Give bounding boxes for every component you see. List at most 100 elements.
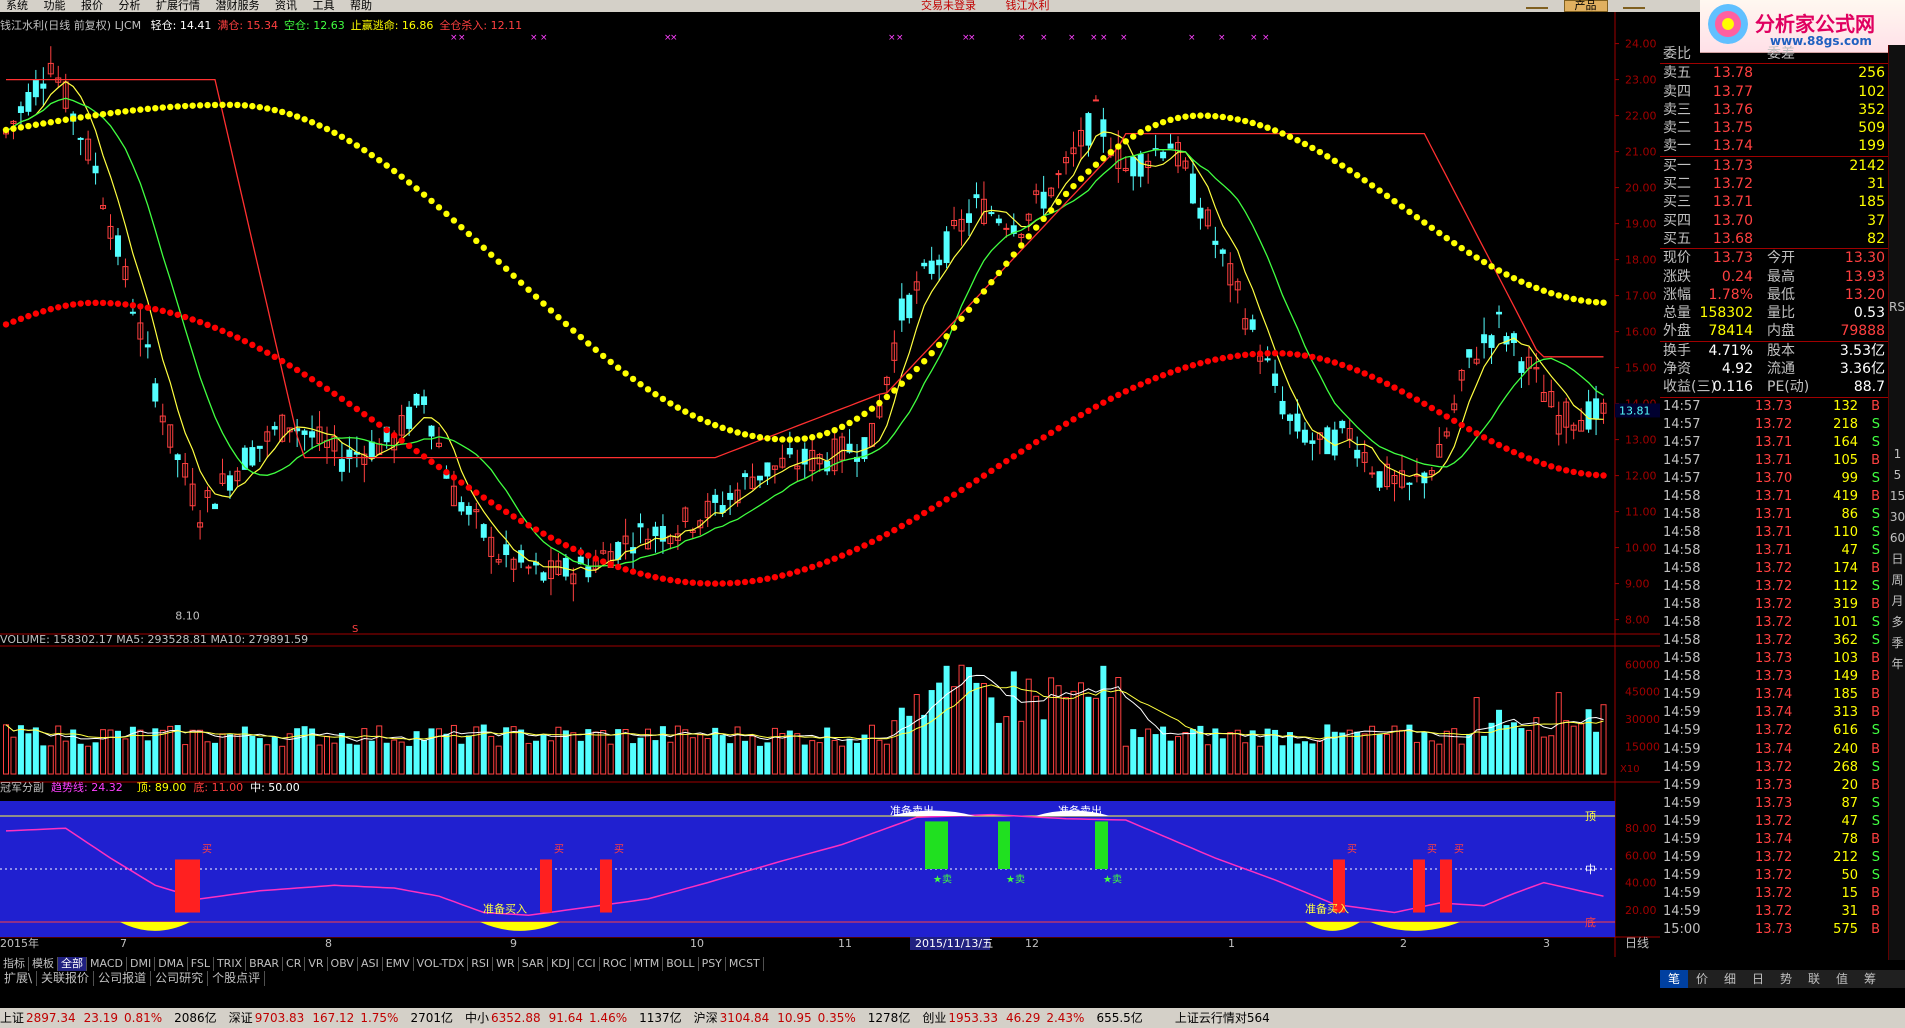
indicator-tab[interactable]: FSL [188, 957, 214, 971]
index-1[interactable]: 深证 9703.83 167.12 1.75% 2701亿 [229, 1011, 453, 1025]
side-tab-20[interactable]: 5 [1889, 465, 1905, 486]
indicator-tab[interactable]: TRIX [214, 957, 247, 971]
indicator-tab[interactable]: KDJ [548, 957, 574, 971]
indicator-tab[interactable]: ROC [600, 957, 631, 971]
quote-tab[interactable]: 势 [1772, 970, 1800, 988]
menu-item-analysis[interactable]: 分析 [119, 0, 141, 12]
side-tab-16[interactable] [1889, 381, 1905, 402]
indicator-tab[interactable]: CR [283, 957, 306, 971]
side-tab-30[interactable] [1889, 675, 1905, 696]
indicator-tab[interactable]: MTM [631, 957, 664, 971]
red-dot [846, 549, 853, 556]
side-tab-15[interactable] [1889, 360, 1905, 381]
side-tab-9[interactable] [1889, 234, 1905, 255]
menu-item-function[interactable]: 功能 [44, 0, 66, 12]
side-tab-17[interactable] [1889, 402, 1905, 423]
side-tab-21[interactable]: 15 [1889, 486, 1905, 507]
indicator-tab[interactable]: DMI [127, 957, 156, 971]
side-tab-29[interactable]: 年 [1889, 654, 1905, 675]
yellow-dot [346, 137, 353, 145]
menu-item-extended[interactable]: 扩展行情 [156, 0, 200, 12]
menu-item-system[interactable]: 系统 [6, 0, 28, 12]
indicator-tab[interactable]: BOLL [663, 957, 699, 971]
menu-item-help[interactable]: 帮助 [350, 0, 372, 12]
side-tab-28[interactable]: 季 [1889, 633, 1905, 654]
indicator-tab[interactable]: RSI [468, 957, 494, 971]
side-tab-1[interactable] [1889, 66, 1905, 87]
trade-login-text[interactable]: 交易未登录 [921, 0, 976, 12]
indicator-tab[interactable]: DMA [155, 957, 188, 971]
side-tab-22[interactable]: 30 [1889, 507, 1905, 528]
side-tab-8[interactable] [1889, 213, 1905, 234]
side-tab-13[interactable] [1889, 318, 1905, 339]
candle-body [309, 431, 316, 438]
info-tab[interactable]: 个股点评 [208, 971, 266, 986]
side-tab-4[interactable] [1889, 129, 1905, 150]
tick-list[interactable]: 14:57 13.73 132 B 14:57 13.72 218 S 14:57 13.71 16… [1660, 398, 1888, 939]
side-tab-25[interactable]: 周 [1889, 570, 1905, 591]
indicator-tab[interactable]: BRAR [246, 957, 284, 971]
indicator-tab[interactable]: MCST [726, 957, 764, 971]
indicator-tab[interactable]: EMV [383, 957, 414, 971]
side-tab-18[interactable] [1889, 423, 1905, 444]
side-tab-23[interactable]: 60 [1889, 528, 1905, 549]
side-tab-11[interactable] [1889, 276, 1905, 297]
info-tab[interactable]: 公司报道 [94, 971, 152, 986]
side-tab-26[interactable]: 月 [1889, 591, 1905, 612]
indicator-tab[interactable]: WR [493, 957, 519, 971]
index-3[interactable]: 沪深 3104.84 10.95 0.35% 1278亿 [694, 1011, 911, 1025]
side-tab-3[interactable] [1889, 108, 1905, 129]
quote-tab[interactable]: 值 [1828, 970, 1856, 988]
info-tab[interactable]: 公司研究 [151, 971, 209, 986]
tick-price: 13.72 [1755, 561, 1793, 577]
indicator-tab[interactable]: VR [305, 957, 328, 971]
ask-row-price: 13.78 [1712, 65, 1753, 82]
side-tab-24[interactable]: 日 [1889, 549, 1905, 570]
side-tab-2[interactable] [1889, 87, 1905, 108]
indicator-tab[interactable]: VOL-TDX [414, 957, 469, 971]
side-tab-6[interactable] [1889, 171, 1905, 192]
index-4[interactable]: 创业 1953.33 46.29 2.43% 655.5亿 [922, 1011, 1142, 1025]
indicator-tab[interactable]: SAR [519, 957, 549, 971]
menu-button-1[interactable] [1526, 7, 1548, 9]
indicator-tab[interactable]: ASI [358, 957, 383, 971]
side-tab-5[interactable] [1889, 150, 1905, 171]
quote-tab[interactable]: 笔 [1660, 970, 1688, 988]
tick-volume: 50 [1841, 867, 1858, 883]
tick-volume: 47 [1841, 813, 1858, 829]
menu-item-news[interactable]: 资讯 [275, 0, 297, 12]
menu-item-quote[interactable]: 报价 [81, 0, 103, 12]
indicator-tab[interactable]: CCI [574, 957, 600, 971]
side-tab-0[interactable] [1889, 45, 1905, 66]
side-tab-27[interactable]: 多 [1889, 612, 1905, 633]
menu-item-tools[interactable]: 工具 [313, 0, 335, 12]
kline-chart[interactable]: 24.0023.0022.0021.0020.0019.0018.0017.00… [0, 12, 1660, 957]
side-tab-7[interactable] [1889, 192, 1905, 213]
side-tab-14[interactable] [1889, 339, 1905, 360]
menu-button-3[interactable] [1623, 7, 1645, 9]
menu-button-product[interactable]: 产品 [1563, 0, 1608, 12]
quote-tab[interactable]: 细 [1716, 970, 1744, 988]
indicator-tab[interactable]: 全部 [58, 957, 87, 971]
menu-item-finance[interactable]: 潜财服务 [216, 0, 260, 12]
side-tab-10[interactable] [1889, 255, 1905, 276]
quote-tab[interactable]: 联 [1800, 970, 1828, 988]
quote-tab[interactable]: 价 [1688, 970, 1716, 988]
yellow-dot [152, 104, 159, 112]
tick-time: 14:58 [1663, 633, 1701, 649]
quote-tab[interactable]: 日 [1744, 970, 1772, 988]
indicator-tab[interactable]: 指标 [0, 957, 29, 971]
indicator-tab[interactable]: OBV [328, 957, 358, 971]
indicator-tab[interactable]: 模板 [29, 957, 58, 971]
red-dot [1563, 467, 1570, 474]
side-tab-19[interactable]: 1 [1889, 444, 1905, 465]
indicator-tab[interactable]: MACD [87, 957, 127, 971]
side-tab-12[interactable]: RSI [1889, 297, 1905, 318]
index-0[interactable]: 上证 2897.34 23.19 0.81% 2086亿 [0, 1011, 217, 1025]
indicator-tab[interactable]: PSY [699, 957, 726, 971]
info-tab[interactable]: 关联报价 [37, 971, 95, 986]
index-2[interactable]: 中小 6352.88 91.64 1.46% 1137亿 [465, 1011, 682, 1025]
menu-right-buttons: 产品 [1520, 0, 1651, 12]
info-tab[interactable]: 扩展\ [0, 971, 38, 986]
quote-tab[interactable]: 筹 [1856, 970, 1884, 988]
